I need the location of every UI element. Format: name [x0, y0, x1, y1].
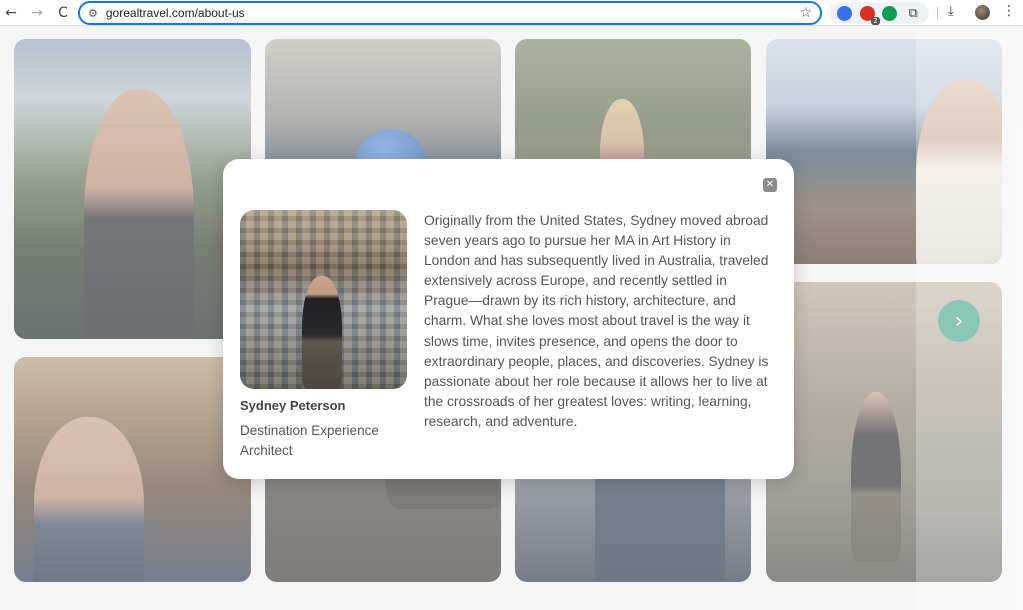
extensions-puzzle-icon[interactable]: ⧉: [905, 6, 921, 21]
extension-blue-icon[interactable]: [836, 5, 852, 21]
site-settings-icon[interactable]: ⚙: [88, 7, 98, 20]
address-bar[interactable]: ⚙ gorealtravel.com/about-us ☆: [78, 1, 822, 25]
toolbar-separator: [937, 7, 938, 19]
modal-close-button[interactable]: ✕: [763, 178, 777, 192]
url-text[interactable]: gorealtravel.com/about-us: [106, 6, 245, 20]
profile-avatar[interactable]: [975, 5, 990, 20]
team-member-photo: [240, 210, 407, 389]
team-member-role: Destination Experience Architect: [240, 423, 379, 458]
team-member-modal: ✕ Sydney Peterson Destination Experience…: [223, 159, 794, 479]
browser-menu-icon[interactable]: ⋮: [1002, 3, 1016, 19]
bookmark-star-icon[interactable]: ☆: [799, 5, 812, 21]
back-arrow-icon: ←: [5, 4, 17, 21]
forward-arrow-icon: →: [31, 4, 43, 21]
team-member-name: Sydney Peterson: [240, 398, 346, 413]
reload-button[interactable]: C: [52, 2, 74, 24]
extension-red-icon[interactable]: 2: [859, 5, 880, 25]
extension-badge: 2: [871, 16, 880, 25]
person-figure: [302, 276, 342, 389]
close-icon: ✕: [765, 179, 775, 190]
download-icon[interactable]: ⤓: [948, 4, 954, 19]
extensions-group: 2 ⧉: [829, 2, 929, 25]
forward-button[interactable]: →: [26, 2, 48, 24]
extension-grammarly-icon[interactable]: [882, 5, 898, 21]
browser-toolbar: ← → C ⚙ gorealtravel.com/about-us ☆ 2 ⧉ …: [0, 0, 1023, 26]
reload-icon: C: [58, 4, 68, 21]
backdrop-shade: [916, 27, 1023, 610]
team-member-bio: Originally from the United States, Sydne…: [424, 213, 769, 429]
back-button[interactable]: ←: [0, 2, 22, 24]
